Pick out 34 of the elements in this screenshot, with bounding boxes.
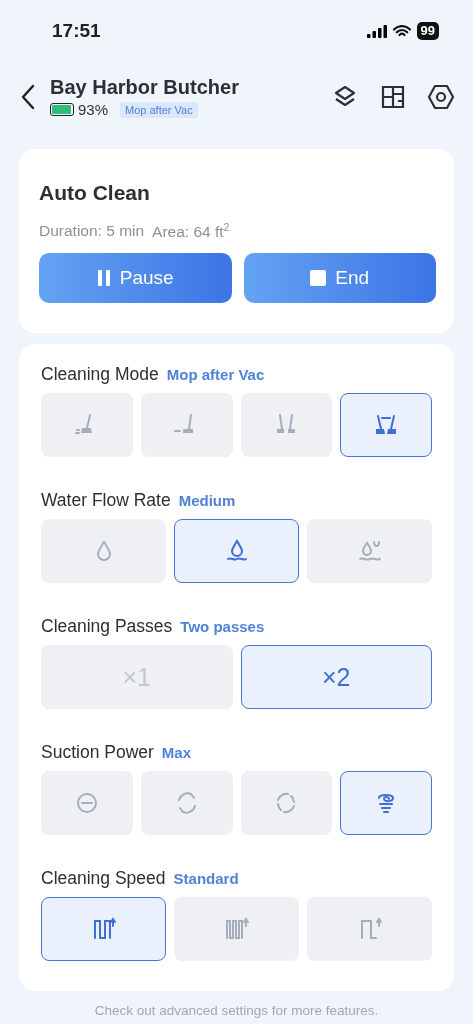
setting-value: Medium [178, 492, 236, 509]
status-time: 17:51 [52, 20, 101, 42]
setting-title: Cleaning Speed [41, 868, 166, 889]
end-button[interactable]: End [243, 253, 436, 304]
pause-icon [96, 270, 111, 287]
wifi-icon [392, 24, 411, 38]
setting-title: Cleaning Mode [41, 364, 159, 385]
battery-icon [50, 103, 74, 116]
floor-plan-icon[interactable] [379, 83, 407, 111]
setting-value: Mop after Vac [166, 366, 265, 383]
setting-title: Suction Power [41, 742, 154, 763]
area-text: Area: 64 ft$^{2}$ [152, 222, 230, 242]
device-name: Bay Harbor Butcher [50, 76, 240, 99]
battery-percentage: 93% [78, 101, 109, 118]
setting-value: Two passes [180, 618, 265, 635]
duration-text: Duration: 5 min [39, 222, 145, 241]
battery-indicator: 99 [416, 22, 439, 40]
stop-icon [310, 270, 327, 287]
pause-button[interactable]: Pause [39, 253, 232, 304]
option-button[interactable] [41, 897, 166, 961]
option-button[interactable] [174, 519, 299, 583]
footer-hint: Check out advanced settings for more features. [94, 1003, 379, 1018]
setting-value: Standard [173, 870, 239, 887]
settings-icon[interactable] [427, 83, 455, 111]
setting-title: Water Flow Rate [41, 490, 171, 511]
setting-value: Max [161, 744, 192, 761]
option-button[interactable] [174, 897, 299, 961]
setting-title: Cleaning Passes [41, 616, 173, 637]
card-title: Auto Clean [39, 181, 151, 205]
option-button[interactable] [340, 393, 432, 457]
option-button[interactable]: ×2 [240, 645, 432, 709]
signal-icon [366, 24, 387, 38]
mode-tag: Mop after Vac [120, 101, 198, 118]
option-button[interactable] [340, 771, 432, 835]
